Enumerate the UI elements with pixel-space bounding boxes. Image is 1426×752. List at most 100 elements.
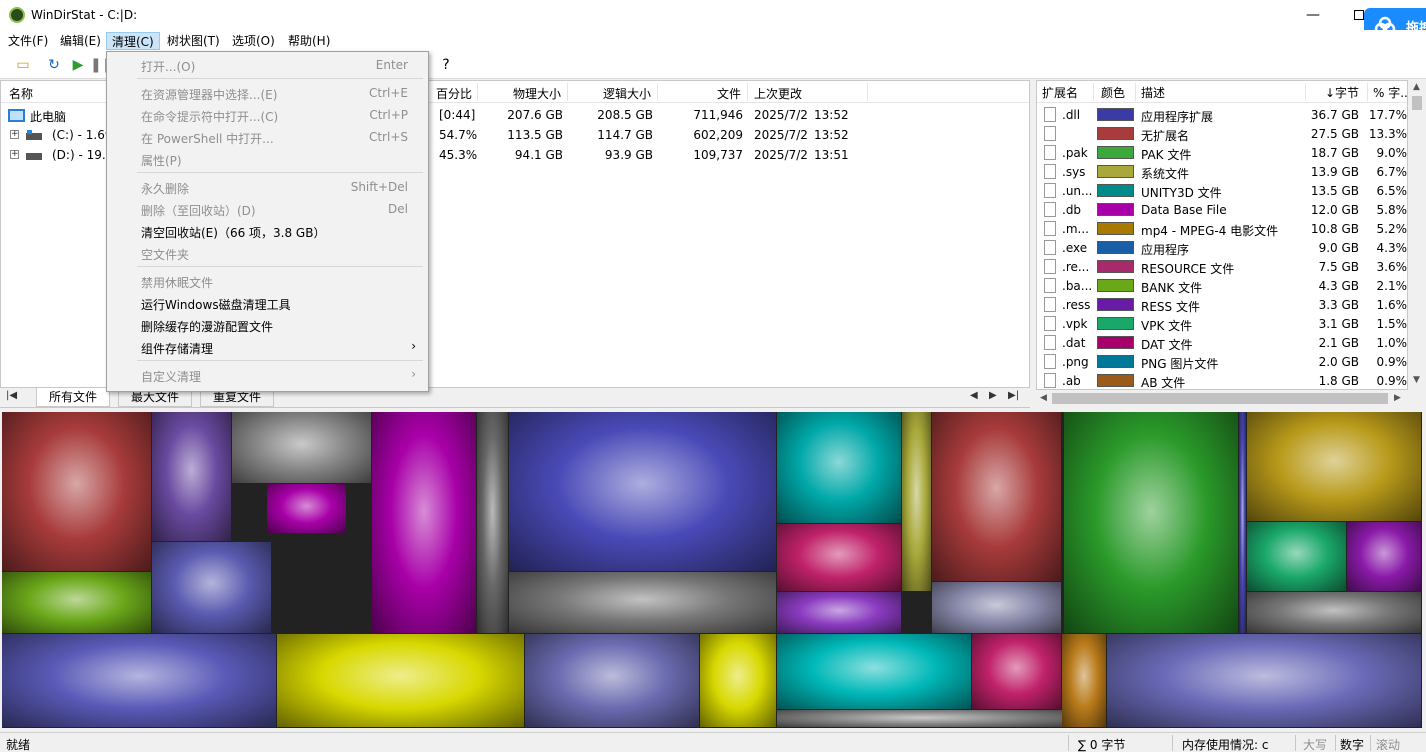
treemap-block[interactable] [1062,634,1106,727]
treemap-block[interactable] [232,412,371,483]
treemap-block[interactable] [777,524,901,591]
treemap-block[interactable] [152,542,271,633]
extension-vertical-scrollbar[interactable]: ▲ ▼ [1408,80,1426,390]
extension-row[interactable]: .png PNG 图片文件 2.0 GB 0.9% [1037,352,1407,371]
menu-help[interactable]: 帮助(H) [283,32,335,50]
column-description[interactable]: 描述 [1141,84,1165,101]
extension-horizontal-scrollbar[interactable]: ◀ ▶ [1036,390,1408,407]
extension-row[interactable]: .dll 应用程序扩展 36.7 GB 17.7% [1037,105,1407,124]
treemap-block[interactable] [777,634,971,709]
treemap-block[interactable] [1247,522,1346,591]
treemap-block[interactable] [509,412,776,571]
caps-lock-indicator: 大写 [1303,738,1328,752]
treemap-block[interactable] [777,592,901,633]
ext-bytes: 4.3 GB [1318,279,1359,293]
cleanup-menu-item[interactable]: 运行Windows磁盘清理工具 [107,292,428,314]
minimize-button[interactable]: — [1290,2,1336,28]
column-extension[interactable]: 扩展名 [1042,84,1078,101]
extension-row[interactable]: .dat DAT 文件 2.1 GB 1.0% [1037,333,1407,352]
play-icon[interactable]: ▶ [67,54,89,76]
help-button[interactable]: ? [435,54,457,76]
cleanup-menu-item[interactable]: 删除缓存的漫游配置文件 [107,314,428,336]
treemap-block[interactable] [2,634,276,727]
treemap-block[interactable] [932,582,1061,633]
menu-treemap[interactable]: 树状图(T) [162,32,225,50]
menu-file[interactable]: 文件(F) [3,32,53,50]
treemap-block[interactable] [1247,412,1421,521]
extension-row[interactable]: .vpk VPK 文件 3.1 GB 1.5% [1037,314,1407,333]
treemap[interactable] [2,412,1422,728]
extension-row[interactable]: .db Data Base File 12.0 GB 5.8% [1037,200,1407,219]
tab-all-files[interactable]: 所有文件 [36,388,111,407]
extension-row[interactable]: .ress RESS 文件 3.3 GB 1.6% [1037,295,1407,314]
extension-row[interactable]: 无扩展名 27.5 GB 13.3% [1037,124,1407,143]
column-percent-bytes[interactable]: % 字... [1373,84,1407,101]
extension-row[interactable]: .un... UNITY3D 文件 13.5 GB 6.5% [1037,181,1407,200]
menu-edit[interactable]: 编辑(E) [55,32,106,50]
treemap-block[interactable] [777,710,1066,727]
treemap-block[interactable] [477,412,508,633]
extension-row[interactable]: .ba... BANK 文件 4.3 GB 2.1% [1037,276,1407,295]
color-swatch [1097,184,1134,197]
extension-row[interactable]: .re... RESOURCE 文件 7.5 GB 3.6% [1037,257,1407,276]
scroll-thumb[interactable] [1412,96,1422,110]
treemap-block[interactable] [525,634,699,727]
open-folder-icon[interactable]: ▭ [12,54,34,76]
treemap-block[interactable] [1347,522,1421,591]
color-swatch [1097,279,1134,292]
menu-options[interactable]: 选项(O) [227,32,280,50]
cleanup-menu-item: 删除（至回收站）(D) Del [107,198,428,220]
treemap-block[interactable] [902,412,931,591]
tab-prev-icon[interactable]: ◀ [970,390,978,401]
tab-next-icon[interactable]: ▶ [989,390,997,401]
column-physical[interactable]: 物理大小 [513,85,561,102]
treemap-block[interactable] [1239,412,1246,633]
treemap-block[interactable] [2,572,151,633]
treemap-block[interactable] [700,634,776,727]
scroll-thumb[interactable] [1052,393,1388,404]
treemap-block[interactable] [1107,634,1421,727]
menu-cleanup[interactable]: 清理(C) [106,32,160,50]
menu-item-label: 删除缓存的漫游配置文件 [141,320,274,334]
treemap-block[interactable] [972,634,1061,709]
menu-item-shortcut: Ctrl+P [369,108,408,122]
cleanup-menu-item[interactable]: 组件存储清理 › [107,336,428,358]
expand-icon[interactable]: + [10,130,19,139]
refresh-icon[interactable]: ↻ [43,54,65,76]
cleanup-menu-item: 打开...(O) Enter [107,54,428,76]
extension-list[interactable]: 扩展名 颜色 描述 ↓字节 % 字... .dll 应用程序扩展 36.7 GB 17… [1036,80,1408,390]
treemap-block[interactable] [277,634,524,727]
column-modified[interactable]: 上次更改 [754,85,802,102]
extension-row[interactable]: .ab AB 文件 1.8 GB 0.9% [1037,371,1408,389]
column-files[interactable]: 文件 [717,85,741,102]
tab-last-icon[interactable]: ▶| [1008,390,1019,401]
treemap-block[interactable] [1064,412,1238,633]
expand-icon[interactable]: + [10,150,19,159]
ext-bytes: 13.5 GB [1310,184,1359,198]
column-color[interactable]: 颜色 [1101,84,1125,101]
column-logical[interactable]: 逻辑大小 [603,85,651,102]
treemap-block[interactable] [267,484,346,533]
column-bytes[interactable]: ↓字节 [1325,84,1359,101]
treemap-block[interactable] [932,412,1061,581]
extension-row[interactable]: .sys 系统文件 13.9 GB 6.7% [1037,162,1407,181]
ext-name: .dat [1062,336,1086,350]
tab-first-icon[interactable]: |◀ [6,390,17,401]
column-name[interactable]: 名称 [9,85,33,102]
column-percent[interactable]: 百分比 [436,85,472,102]
menu-item-shortcut: Shift+Del [350,180,408,194]
cleanup-menu-item[interactable]: 清空回收站(E)（66 项，3.8 GB） [107,220,428,242]
treemap-block[interactable] [509,572,776,633]
treemap-block[interactable] [372,412,476,633]
treemap-block[interactable] [152,412,231,541]
treemap-block[interactable] [777,412,901,523]
cleanup-menu-item: 属性(P) [107,148,428,170]
extension-row[interactable]: .m... mp4 - MPEG-4 电影文件 10.8 GB 5.2% [1037,219,1407,238]
treemap-block[interactable] [1247,592,1421,633]
extension-row[interactable]: .exe 应用程序 9.0 GB 4.3% [1037,238,1407,257]
treemap-block[interactable] [2,412,151,571]
ext-bytes: 7.5 GB [1318,260,1359,274]
color-swatch [1097,165,1134,178]
extension-row[interactable]: .pak PAK 文件 18.7 GB 9.0% [1037,143,1407,162]
ext-percent: 0.9% [1376,374,1408,388]
